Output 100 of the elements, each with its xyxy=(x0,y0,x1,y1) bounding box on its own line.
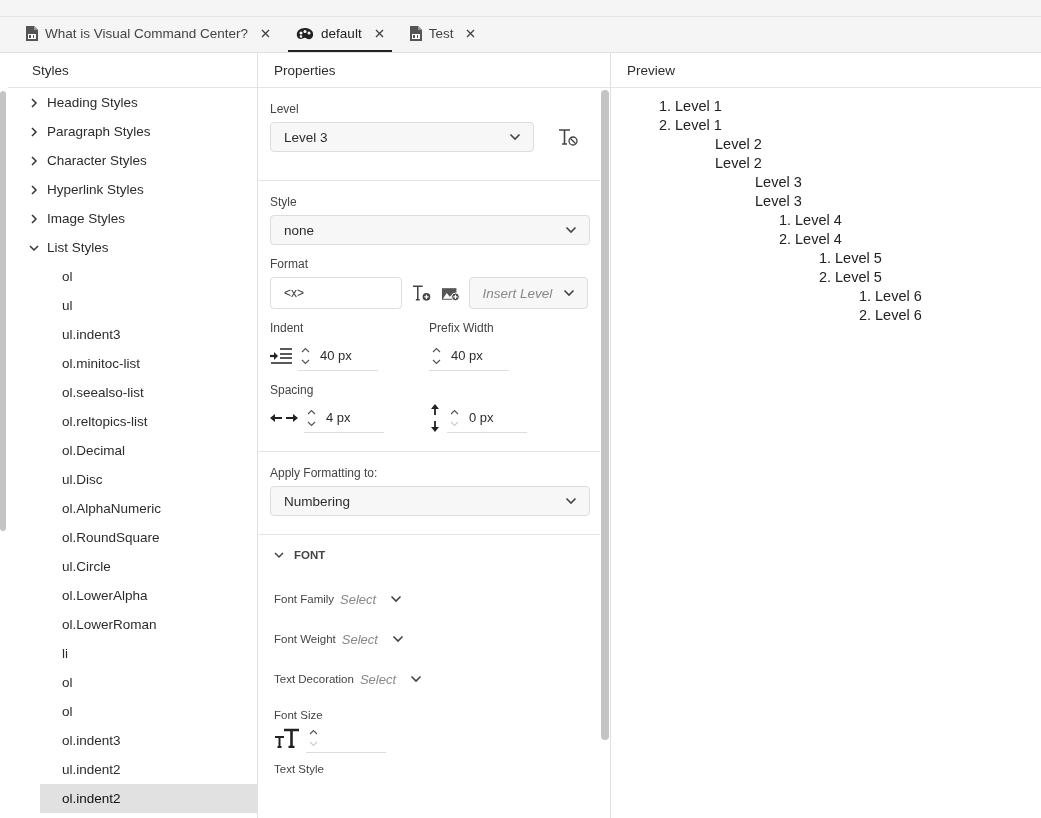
chevron-down-icon xyxy=(410,675,423,683)
tab[interactable]: What is Visual Command Center? xyxy=(18,17,279,52)
tree-item[interactable]: ol xyxy=(40,697,257,726)
list-item-text: Level 4 xyxy=(795,212,842,228)
increment-icon[interactable] xyxy=(301,346,310,353)
tree-item[interactable]: ol.AlphaNumeric xyxy=(40,494,257,523)
caret-icon xyxy=(30,155,38,166)
field-label: Font Size xyxy=(274,709,324,721)
tree-item[interactable]: List Styles xyxy=(8,233,257,262)
decrement-icon[interactable] xyxy=(301,358,310,365)
font-dropdown[interactable]: Select xyxy=(359,671,423,687)
chevron-down-icon xyxy=(565,497,577,505)
insert-text-icon[interactable] xyxy=(412,284,432,302)
tree-item[interactable]: ol xyxy=(40,668,257,697)
tree-item[interactable]: ol.Decimal xyxy=(40,436,257,465)
close-icon[interactable] xyxy=(466,29,476,38)
vertical-arrows-icon xyxy=(429,404,441,432)
field-label: Format xyxy=(270,257,309,271)
close-icon[interactable] xyxy=(261,29,271,38)
field-label: Font Weight xyxy=(274,633,336,645)
tree-item[interactable]: ol.reltopics-list xyxy=(40,407,257,436)
field-label: Style xyxy=(270,195,298,209)
caret-icon xyxy=(30,184,38,195)
tree-item[interactable]: Image Styles xyxy=(8,204,257,233)
caret-icon xyxy=(29,243,39,252)
scrollbar-thumb[interactable] xyxy=(601,90,609,740)
number-stepper[interactable]: 40 px xyxy=(429,341,509,371)
document-icon xyxy=(26,26,38,41)
list-number: 1. xyxy=(658,97,671,116)
tab[interactable]: Test xyxy=(401,17,484,52)
style-dropdown[interactable]: none xyxy=(270,215,590,245)
tree-item[interactable]: Heading Styles xyxy=(8,88,257,117)
decrement-icon[interactable] xyxy=(432,358,441,365)
number-stepper[interactable]: 40 px xyxy=(298,341,378,371)
level-dropdown[interactable]: Level 3 xyxy=(270,122,534,152)
font-dropdown[interactable]: Select xyxy=(341,631,404,647)
chevron-down-icon xyxy=(390,595,403,603)
font-dropdown[interactable]: Select xyxy=(340,591,403,607)
caret-icon xyxy=(30,213,38,224)
close-icon[interactable] xyxy=(374,29,384,38)
chevron-down-icon xyxy=(509,133,521,141)
field-label: Text Style xyxy=(274,763,325,775)
tree-item[interactable]: ul.Circle xyxy=(40,552,257,581)
field-label: Text Decoration xyxy=(274,673,354,685)
tree-item[interactable]: ul.Disc xyxy=(40,465,257,494)
list-item-text: Level 5 xyxy=(835,269,882,285)
panel-title: Styles xyxy=(8,53,257,88)
field-label: Level xyxy=(270,102,300,116)
tree-item[interactable]: li xyxy=(40,639,257,668)
chevron-down-icon xyxy=(565,226,577,234)
chevron-down-icon xyxy=(391,635,404,643)
increment-icon[interactable] xyxy=(309,728,318,735)
list-item-text: Level 1 xyxy=(675,117,722,133)
chevron-down-icon xyxy=(563,289,575,297)
list-number: 2. xyxy=(858,306,871,325)
tree-item[interactable]: ol.LowerAlpha xyxy=(40,581,257,610)
increment-icon[interactable] xyxy=(432,346,441,353)
tree-item[interactable]: Hyperlink Styles xyxy=(8,175,257,204)
font-size-icon xyxy=(274,728,300,748)
list-number: 2. xyxy=(778,230,791,249)
list-number: 1. xyxy=(778,211,791,230)
tree-item[interactable]: Paragraph Styles xyxy=(8,117,257,146)
tree-item[interactable]: ol.seealso-list xyxy=(40,378,257,407)
apply-formatting-dropdown[interactable]: Numbering xyxy=(270,486,590,516)
increment-icon[interactable] xyxy=(307,408,316,415)
section-toggle[interactable]: FONT xyxy=(274,549,588,561)
panel-title: Preview xyxy=(611,53,1041,88)
clear-formatting-icon[interactable] xyxy=(558,128,578,146)
number-stepper[interactable]: 4 px xyxy=(304,403,384,433)
list-item-text: Level 6 xyxy=(875,307,922,323)
list-item-text: Level 6 xyxy=(875,288,922,304)
scrollbar-thumb[interactable] xyxy=(0,91,6,531)
tree-item[interactable]: ol.LowerRoman xyxy=(40,610,257,639)
field-label: Apply Formatting to: xyxy=(270,466,379,480)
tab[interactable]: default xyxy=(288,17,392,52)
list-number: 2. xyxy=(658,116,671,135)
tree-item[interactable]: ol.minitoc-list xyxy=(40,349,257,378)
tree-item[interactable]: ul xyxy=(40,291,257,320)
tree-item[interactable]: ol.RoundSquare xyxy=(40,523,257,552)
tree-item[interactable]: ol.indent3 xyxy=(40,726,257,755)
number-stepper[interactable]: 0 px xyxy=(447,403,527,433)
increment-icon[interactable] xyxy=(450,408,459,415)
tree-item[interactable]: ol xyxy=(40,262,257,291)
panel-title: Properties xyxy=(258,53,610,88)
list-item-text: Level 5 xyxy=(835,250,882,266)
list-item-text: Level 2 xyxy=(715,155,762,171)
caret-icon xyxy=(30,126,38,137)
indent-icon xyxy=(270,348,292,364)
tree-item[interactable]: ul.indent2 xyxy=(40,755,257,784)
format-field[interactable]: <x> xyxy=(270,277,402,309)
palette-icon xyxy=(296,26,315,41)
chevron-down-icon xyxy=(274,551,284,559)
tree-item[interactable]: Character Styles xyxy=(8,146,257,175)
tree-item[interactable]: ul.indent3 xyxy=(40,320,257,349)
list-number: 1. xyxy=(818,249,831,268)
decrement-icon[interactable] xyxy=(307,420,316,427)
caret-icon xyxy=(30,97,38,108)
tree-item[interactable]: ol.indent2 xyxy=(40,784,257,813)
horizontal-arrows-icon xyxy=(270,412,298,424)
list-item-text: Level 1 xyxy=(675,98,722,114)
